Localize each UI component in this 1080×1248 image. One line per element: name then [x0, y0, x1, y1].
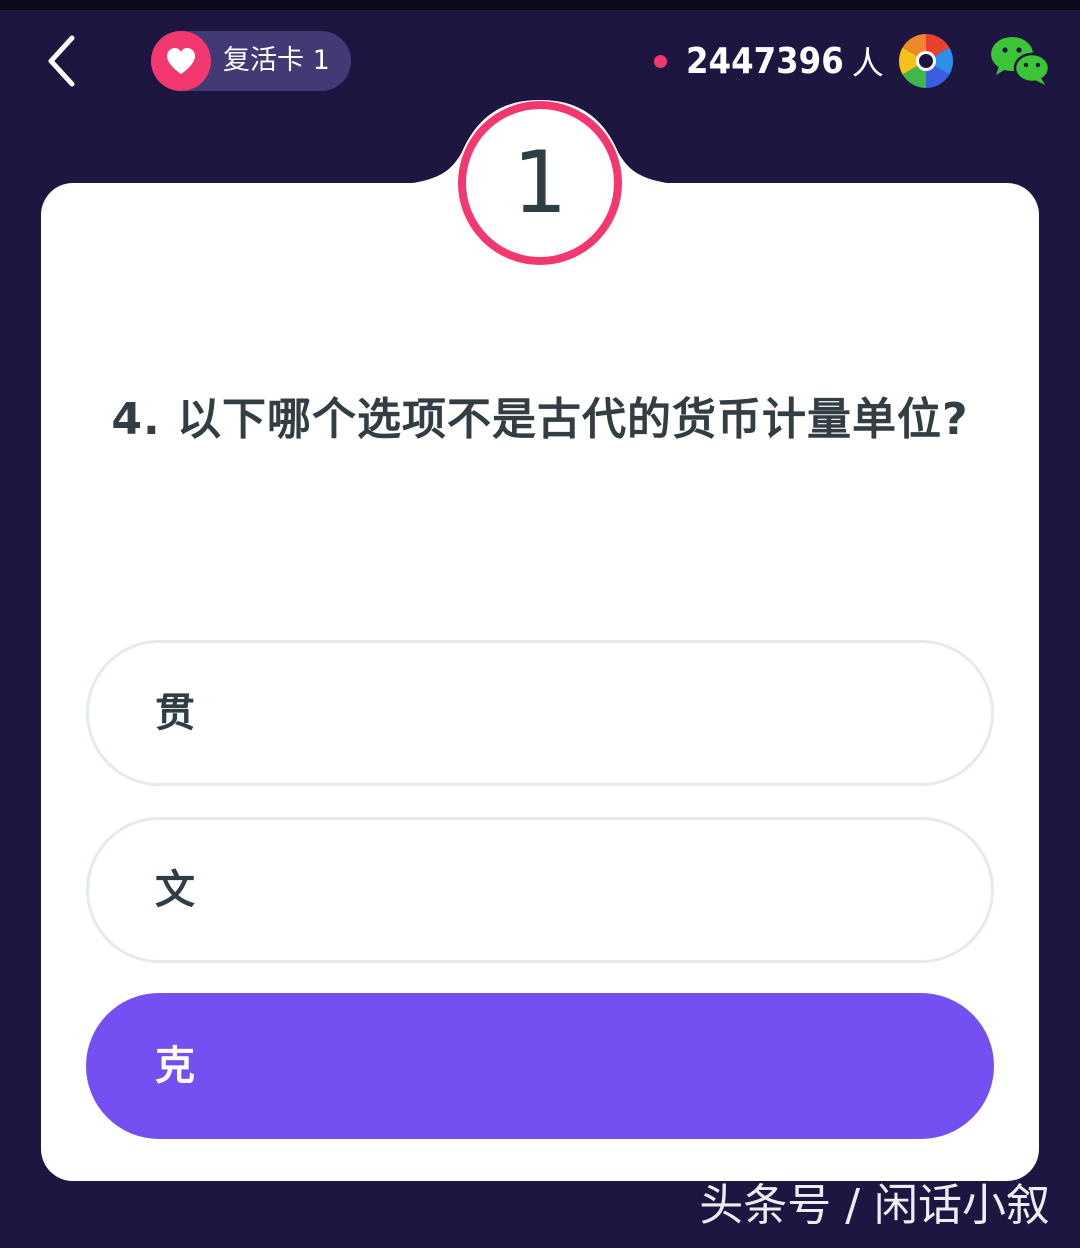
watermark-text: 头条号 / 闲话小叙: [699, 1180, 1050, 1231]
answer-option-label: 文: [155, 867, 195, 913]
question-text: 4. 以下哪个选项不是古代的货币计量单位?: [111, 394, 969, 445]
answer-option[interactable]: 贯: [86, 640, 994, 786]
answer-option[interactable]: 文: [86, 817, 994, 963]
answer-option-label: 贯: [155, 690, 195, 736]
countdown-timer: 1: [455, 98, 625, 268]
countdown-number: 1: [512, 133, 568, 233]
answer-option-label: 克: [155, 1043, 195, 1089]
answer-option-selected[interactable]: 克: [86, 993, 994, 1139]
